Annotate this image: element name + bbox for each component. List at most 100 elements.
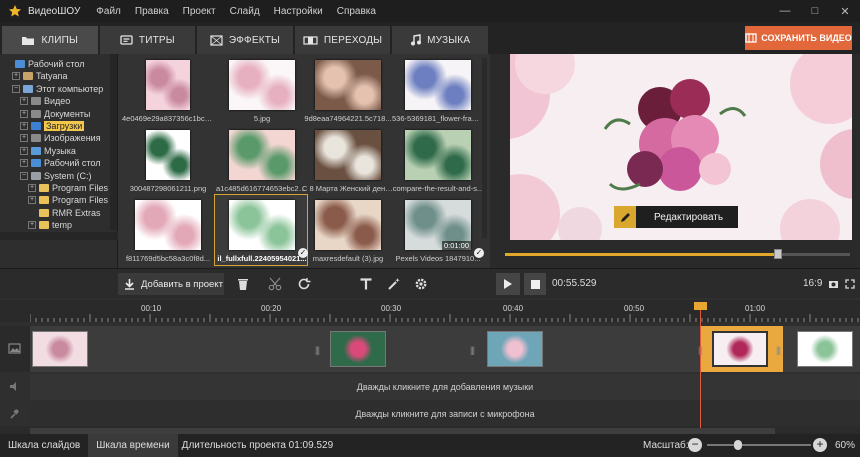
settings-icon[interactable]	[414, 277, 428, 291]
tree-item[interactable]: − Этот компьютер	[12, 83, 103, 95]
clip-thumbnail[interactable]	[315, 200, 381, 250]
tree-expander-icon[interactable]: +	[28, 196, 36, 205]
tree-item[interactable]: Рабочий стол	[4, 58, 85, 70]
clip-thumbnail[interactable]	[315, 130, 381, 180]
tree-expander-icon[interactable]: +	[20, 122, 28, 130]
tab-transitions[interactable]: ПЕРЕХОДЫ	[294, 26, 391, 54]
tree-expander-icon[interactable]: −	[12, 84, 20, 93]
music-track[interactable]: Дважды кликните для добавления музыки	[30, 374, 860, 400]
ruler-label: 00:50	[624, 304, 645, 313]
clip-thumbnail[interactable]	[146, 130, 190, 180]
menu-file[interactable]: Файл	[96, 6, 121, 17]
tree-expander-icon[interactable]: +	[12, 72, 20, 81]
maximize-icon[interactable]: □	[800, 0, 830, 22]
tree-item[interactable]: − System (C:)	[20, 170, 92, 182]
clip-thumbnail[interactable]	[229, 60, 295, 110]
tree-item[interactable]: + Рабочий стол	[20, 157, 101, 169]
tree-expander-icon[interactable]: +	[20, 109, 28, 118]
timeline-clip[interactable]	[32, 331, 88, 367]
text-tool-icon[interactable]	[359, 277, 373, 291]
add-to-project-button[interactable]: Добавить в проект	[118, 273, 224, 295]
tree-item[interactable]: + Документы	[20, 108, 90, 120]
tree-expander-icon[interactable]: +	[20, 159, 28, 168]
tree-item-label: Tatyana	[36, 71, 68, 82]
menu-help[interactable]: Справка	[337, 6, 376, 17]
timeline-clip[interactable]	[330, 331, 386, 367]
save-video-button[interactable]: СОХРАНИТЬ ВИДЕО	[745, 26, 852, 50]
clip-thumbnail[interactable]	[405, 130, 471, 180]
edit-slide-button[interactable]: Редактировать	[614, 206, 738, 228]
tree-item[interactable]: + Tatyana	[12, 70, 68, 82]
zoom-out-button[interactable]: −	[688, 438, 702, 452]
menu-edit[interactable]: Правка	[135, 6, 169, 17]
delete-icon[interactable]	[236, 277, 250, 291]
seek-handle[interactable]	[773, 249, 782, 259]
menu-project[interactable]: Проект	[183, 6, 216, 17]
stop-button[interactable]	[524, 273, 546, 295]
fullscreen-icon[interactable]	[845, 279, 855, 289]
tree-expander-icon[interactable]: +	[28, 221, 36, 230]
timeline-clip[interactable]	[712, 331, 768, 367]
folder-icon	[39, 196, 49, 205]
tree-expander-icon[interactable]: +	[20, 146, 28, 155]
tree-item[interactable]: + temp	[28, 219, 72, 231]
gallery-scrollbar[interactable]	[482, 58, 487, 238]
tree-expander-icon[interactable]: +	[28, 184, 36, 192]
tab-music[interactable]: МУЗЫКА	[392, 26, 488, 54]
rotate-icon[interactable]	[297, 277, 311, 291]
slides-scale-tab[interactable]: Шкала слайдов	[0, 434, 88, 457]
tab-titles[interactable]: ТИТРЫ	[99, 26, 196, 54]
timeline-clip[interactable]	[797, 331, 853, 367]
playhead-handle[interactable]	[694, 302, 707, 310]
clip-filename: Pexels Videos 1847910...	[395, 254, 481, 263]
zoom-in-button[interactable]: +	[813, 438, 827, 452]
zoom-slider[interactable]	[707, 444, 811, 446]
tab-clips[interactable]: КЛИПЫ	[2, 26, 98, 54]
folder-icon	[31, 134, 41, 143]
transition-marker-icon[interactable]: |||	[776, 345, 781, 355]
minimize-icon[interactable]: —	[770, 0, 800, 22]
tree-scrollbar-horizontal[interactable]	[0, 232, 118, 240]
clip-thumbnail[interactable]	[135, 200, 201, 250]
folder-icon	[15, 60, 25, 68]
transition-marker-icon[interactable]: |||	[315, 345, 320, 355]
clip-thumbnail[interactable]	[146, 60, 190, 110]
tree-item-label: Рабочий стол	[44, 158, 101, 169]
tree-item[interactable]: + Program Files (x	[28, 194, 117, 206]
clip-thumbnail[interactable]	[229, 130, 295, 180]
aspect-ratio-toggle[interactable]: 16:9	[803, 278, 822, 289]
tree-scrollbar-vertical[interactable]	[110, 54, 117, 230]
folder-icon	[23, 84, 33, 93]
menu-slide[interactable]: Слайд	[230, 6, 260, 17]
play-icon	[504, 279, 512, 289]
tree-item[interactable]: + Изображения	[20, 132, 101, 144]
tree-item[interactable]: + Загрузки	[20, 120, 85, 132]
tree-item[interactable]: RMR Extras	[28, 207, 101, 219]
magic-wand-icon[interactable]	[387, 277, 401, 291]
tab-bar: КЛИПЫ ТИТРЫ ЭФФЕКТЫ ПЕРЕХОДЫ МУЗЫКА	[0, 22, 490, 54]
ruler-label: 00:30	[381, 304, 402, 313]
tree-expander-icon[interactable]: +	[20, 97, 28, 106]
microphone-track[interactable]: Дважды кликните для записи с микрофона	[30, 402, 860, 426]
menu-settings[interactable]: Настройки	[274, 6, 323, 17]
tree-expander-icon[interactable]: −	[20, 171, 28, 180]
camera-icon[interactable]	[828, 279, 839, 289]
clip-thumbnail[interactable]	[229, 200, 295, 250]
tree-item[interactable]: + Видео	[20, 95, 70, 107]
zoom-slider-handle[interactable]	[734, 440, 743, 450]
timeline-scale-tab[interactable]: Шкала времени	[88, 434, 178, 457]
tree-expander-icon[interactable]: +	[20, 134, 28, 143]
tree-item[interactable]: + Музыка	[20, 145, 76, 157]
tree-item[interactable]: + Program Files	[28, 182, 108, 194]
tab-effects[interactable]: ЭФФЕКТЫ	[197, 26, 293, 54]
timeline-clip[interactable]	[487, 331, 543, 367]
music-icon	[411, 34, 422, 46]
play-button[interactable]	[496, 273, 520, 295]
transition-marker-icon[interactable]: |||	[470, 345, 475, 355]
scissors-icon[interactable]	[268, 277, 282, 291]
clip-thumbnail[interactable]	[315, 60, 381, 110]
clip-thumbnail[interactable]	[405, 60, 471, 110]
close-icon[interactable]: ✕	[830, 0, 860, 22]
zoom-value: 60%	[835, 440, 856, 451]
tree-item-label: Документы	[44, 108, 91, 119]
